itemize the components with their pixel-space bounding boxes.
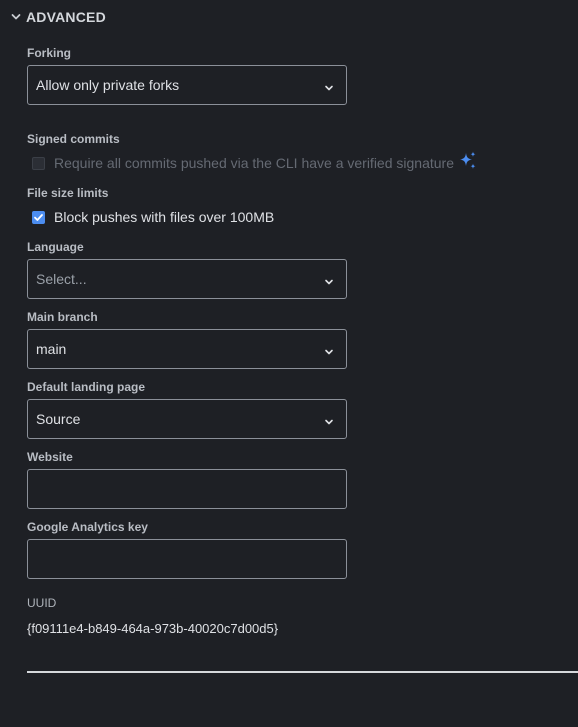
uuid-label: UUID xyxy=(27,596,57,610)
chevron-down-icon xyxy=(324,344,334,355)
analytics-key-input[interactable] xyxy=(27,539,347,579)
checkmark-icon xyxy=(34,213,43,221)
signed-commits-option[interactable]: Require all commits pushed via the CLI h… xyxy=(32,154,454,172)
file-size-limit-option[interactable]: Block pushes with files over 100MB xyxy=(32,208,274,226)
advanced-section-toggle[interactable]: ADVANCED xyxy=(10,7,106,27)
divider xyxy=(27,671,578,673)
file-size-limits-label: File size limits xyxy=(27,186,109,200)
language-select[interactable]: Select... xyxy=(27,259,347,299)
chevron-down-icon xyxy=(324,274,334,285)
chevron-down-icon xyxy=(10,11,22,23)
language-label: Language xyxy=(27,240,84,254)
website-input[interactable] xyxy=(27,469,347,509)
analytics-key-label: Google Analytics key xyxy=(27,520,148,534)
file-size-limit-checkbox-label: Block pushes with files over 100MB xyxy=(54,209,275,225)
chevron-down-icon xyxy=(324,414,334,425)
forking-select-value: Allow only private forks xyxy=(36,77,180,93)
language-select-placeholder: Select... xyxy=(36,271,87,287)
main-branch-select[interactable]: main xyxy=(27,329,347,369)
section-title: ADVANCED xyxy=(26,9,106,25)
forking-label: Forking xyxy=(27,46,71,60)
landing-page-select-value: Source xyxy=(36,411,81,427)
main-branch-label: Main branch xyxy=(27,310,98,324)
sparkle-icon xyxy=(457,150,479,172)
forking-select[interactable]: Allow only private forks xyxy=(27,65,347,105)
signed-commits-label: Signed commits xyxy=(27,132,120,146)
landing-page-label: Default landing page xyxy=(27,380,146,394)
main-branch-select-value: main xyxy=(36,341,67,357)
chevron-down-icon xyxy=(324,80,334,91)
file-size-limit-checkbox[interactable] xyxy=(32,210,45,224)
landing-page-select[interactable]: Source xyxy=(27,399,347,439)
website-label: Website xyxy=(27,450,73,464)
signed-commits-checkbox[interactable] xyxy=(32,156,45,170)
signed-commits-checkbox-label: Require all commits pushed via the CLI h… xyxy=(54,155,454,171)
uuid-value: {f09111e4-b849-464a-973b-40020c7d00d5} xyxy=(27,621,279,636)
